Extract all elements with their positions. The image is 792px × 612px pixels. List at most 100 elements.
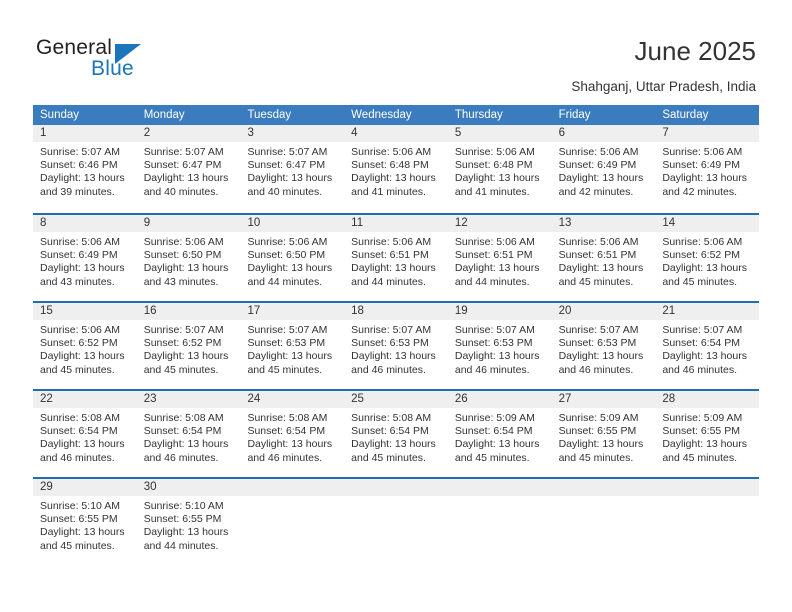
calendar-day-cell[interactable]: 11 Sunrise: 5:06 AM Sunset: 6:51 PM Dayligh… (344, 215, 448, 301)
daylight-text-line1: Daylight: 13 hours (247, 172, 333, 185)
sunrise-text: Sunrise: 5:08 AM (40, 412, 120, 424)
calendar-day-cell[interactable]: 24 Sunrise: 5:08 AM Sunset: 6:54 PM Dayligh… (240, 391, 345, 477)
day-details: Sunrise: 5:06 AM Sunset: 6:51 PM Daylight:… (344, 232, 448, 289)
daylight-text-line2: and 46 minutes. (558, 363, 634, 376)
calendar-day-cell[interactable]: 26 Sunrise: 5:09 AM Sunset: 6:54 PM Dayligh… (447, 391, 552, 477)
daylight-text-line2: and 46 minutes. (454, 363, 530, 376)
daylight-text-line1: Daylight: 13 hours (558, 262, 644, 275)
daylight-text-line1: Daylight: 13 hours (143, 438, 229, 451)
daylight-text-line2: and 46 minutes. (662, 363, 738, 376)
daylight-text-line2: and 45 minutes. (662, 451, 738, 464)
daylight-text-line2: and 44 minutes. (351, 275, 426, 288)
sunrise-text: Sunrise: 5:06 AM (558, 236, 639, 248)
day-number: 14 (655, 215, 760, 232)
day-details: Sunrise: 5:08 AM Sunset: 6:54 PM Daylight:… (33, 408, 137, 465)
daylight-text-line2: and 42 minutes. (662, 185, 738, 198)
weekday-header-monday: Monday (143, 109, 185, 121)
daylight-text-line2: and 45 minutes. (247, 363, 323, 376)
weekday-header-friday: Friday (558, 109, 591, 121)
day-details (655, 496, 759, 500)
page-title: June 2025 (634, 36, 756, 66)
day-number: 22 (33, 391, 137, 408)
day-number: 12 (447, 215, 552, 232)
sunrise-text: Sunrise: 5:10 AM (40, 500, 120, 512)
calendar-day-cell[interactable]: 7 Sunrise: 5:06 AM Sunset: 6:49 PM Daylight… (655, 125, 760, 213)
sunrise-text: Sunrise: 5:06 AM (558, 146, 639, 158)
day-details: Sunrise: 5:06 AM Sunset: 6:52 PM Daylight:… (33, 320, 137, 377)
calendar-day-cell[interactable]: 21 Sunrise: 5:07 AM Sunset: 6:54 PM Dayligh… (655, 303, 760, 389)
day-details: Sunrise: 5:07 AM Sunset: 6:54 PM Daylight:… (655, 320, 759, 377)
daylight-text-line2: and 43 minutes. (40, 275, 115, 288)
sunrise-text: Sunrise: 5:09 AM (454, 412, 535, 424)
sunset-text: Sunset: 6:49 PM (40, 249, 118, 262)
calendar-day-cell[interactable]: 13 Sunrise: 5:06 AM Sunset: 6:51 PM Dayligh… (551, 215, 656, 301)
sunset-text: Sunset: 6:53 PM (247, 337, 326, 350)
day-number: 23 (136, 391, 241, 408)
calendar-day-cell[interactable]: 2 Sunrise: 5:07 AM Sunset: 6:47 PM Daylight… (136, 125, 241, 213)
calendar-day-cell[interactable]: 30 Sunrise: 5:10 AM Sunset: 6:55 PM Dayligh… (136, 479, 241, 565)
calendar-day-cell[interactable]: 10 Sunrise: 5:06 AM Sunset: 6:50 PM Dayligh… (240, 215, 345, 301)
calendar-day-cell[interactable]: 16 Sunrise: 5:07 AM Sunset: 6:52 PM Dayligh… (136, 303, 241, 389)
day-number: 17 (240, 303, 345, 320)
day-details: Sunrise: 5:07 AM Sunset: 6:53 PM Daylight:… (448, 320, 552, 377)
calendar-day-cell[interactable]: 9 Sunrise: 5:06 AM Sunset: 6:50 PM Daylight… (136, 215, 241, 301)
daylight-text-line1: Daylight: 13 hours (662, 438, 747, 451)
day-details: Sunrise: 5:08 AM Sunset: 6:54 PM Daylight:… (344, 408, 448, 465)
calendar-day-cell[interactable]: 15 Sunrise: 5:06 AM Sunset: 6:52 PM Dayligh… (33, 303, 137, 389)
sunrise-text: Sunrise: 5:07 AM (247, 146, 328, 158)
day-details: Sunrise: 5:07 AM Sunset: 6:53 PM Daylight:… (552, 320, 656, 377)
sunset-text: Sunset: 6:47 PM (247, 159, 326, 172)
calendar-day-cell[interactable]: 12 Sunrise: 5:06 AM Sunset: 6:51 PM Dayligh… (447, 215, 552, 301)
day-details: Sunrise: 5:07 AM Sunset: 6:53 PM Daylight:… (344, 320, 448, 377)
sunrise-text: Sunrise: 5:06 AM (351, 146, 432, 158)
sunrise-text: Sunrise: 5:07 AM (143, 324, 224, 336)
calendar-day-cell[interactable]: 4 Sunrise: 5:06 AM Sunset: 6:48 PM Daylight… (344, 125, 448, 213)
general-blue-logo: General Blue (36, 36, 156, 82)
calendar-day-cell[interactable]: 20 Sunrise: 5:07 AM Sunset: 6:53 PM Dayligh… (551, 303, 656, 389)
daylight-text-line1: Daylight: 13 hours (40, 172, 125, 185)
calendar-day-cell[interactable]: 29 Sunrise: 5:10 AM Sunset: 6:55 PM Dayligh… (33, 479, 137, 565)
calendar-day-cell[interactable]: 5 Sunrise: 5:06 AM Sunset: 6:48 PM Daylight… (447, 125, 552, 213)
sunrise-text: Sunrise: 5:07 AM (351, 324, 432, 336)
calendar-day-cell[interactable]: 27 Sunrise: 5:09 AM Sunset: 6:55 PM Dayligh… (551, 391, 656, 477)
calendar-day-cell[interactable]: 14 Sunrise: 5:06 AM Sunset: 6:52 PM Dayligh… (655, 215, 760, 301)
calendar-day-cell[interactable]: 19 Sunrise: 5:07 AM Sunset: 6:53 PM Dayligh… (447, 303, 552, 389)
weekday-header-wednesday: Wednesday (351, 109, 412, 121)
daylight-text-line2: and 39 minutes. (40, 185, 115, 198)
calendar-day-cell[interactable]: 22 Sunrise: 5:08 AM Sunset: 6:54 PM Dayligh… (33, 391, 137, 477)
day-number: 19 (447, 303, 552, 320)
daylight-text-line1: Daylight: 13 hours (40, 526, 125, 539)
day-details (552, 496, 656, 500)
calendar-day-cell[interactable]: 25 Sunrise: 5:08 AM Sunset: 6:54 PM Dayligh… (344, 391, 448, 477)
daylight-text-line1: Daylight: 13 hours (351, 350, 436, 363)
calendar-week-row: 29 Sunrise: 5:10 AM Sunset: 6:55 PM Dayligh… (33, 477, 760, 565)
daylight-text-line2: and 46 minutes. (40, 451, 115, 464)
calendar-day-cell[interactable]: 6 Sunrise: 5:06 AM Sunset: 6:49 PM Daylight… (551, 125, 656, 213)
day-details (448, 496, 552, 500)
calendar-day-cell[interactable]: 1 Sunrise: 5:07 AM Sunset: 6:46 PM Daylight… (33, 125, 137, 213)
calendar-day-cell[interactable]: 3 Sunrise: 5:07 AM Sunset: 6:47 PM Daylight… (240, 125, 345, 213)
day-details: Sunrise: 5:06 AM Sunset: 6:49 PM Daylight:… (655, 142, 759, 199)
calendar-table: Sunday Monday Tuesday Wednesday Thursday Frid… (33, 105, 760, 565)
day-details: Sunrise: 5:07 AM Sunset: 6:52 PM Daylight:… (137, 320, 241, 377)
sunset-text: Sunset: 6:54 PM (454, 425, 533, 438)
sunrise-text: Sunrise: 5:09 AM (662, 412, 743, 424)
day-details: Sunrise: 5:06 AM Sunset: 6:48 PM Daylight:… (344, 142, 448, 199)
daylight-text-line2: and 44 minutes. (454, 275, 530, 288)
daylight-text-line1: Daylight: 13 hours (558, 172, 644, 185)
calendar-page: General Blue June 2025 Shahganj, Uttar P… (0, 0, 792, 612)
day-details: Sunrise: 5:06 AM Sunset: 6:52 PM Daylight:… (655, 232, 759, 289)
daylight-text-line1: Daylight: 13 hours (40, 262, 125, 275)
calendar-day-cell[interactable]: 18 Sunrise: 5:07 AM Sunset: 6:53 PM Dayligh… (344, 303, 448, 389)
day-details: Sunrise: 5:07 AM Sunset: 6:47 PM Daylight:… (137, 142, 241, 199)
calendar-day-cell[interactable]: 28 Sunrise: 5:09 AM Sunset: 6:55 PM Dayligh… (655, 391, 760, 477)
calendar-day-cell[interactable]: 17 Sunrise: 5:07 AM Sunset: 6:53 PM Dayligh… (240, 303, 345, 389)
day-number: 29 (33, 479, 137, 496)
sunset-text: Sunset: 6:48 PM (351, 159, 429, 172)
calendar-day-cell[interactable]: 8 Sunrise: 5:06 AM Sunset: 6:49 PM Daylight… (33, 215, 137, 301)
calendar-day-cell[interactable]: 23 Sunrise: 5:08 AM Sunset: 6:54 PM Dayligh… (136, 391, 241, 477)
sunrise-text: Sunrise: 5:10 AM (143, 500, 224, 512)
day-details: Sunrise: 5:06 AM Sunset: 6:50 PM Daylight:… (137, 232, 241, 289)
daylight-text-line2: and 45 minutes. (40, 363, 115, 376)
day-details: Sunrise: 5:10 AM Sunset: 6:55 PM Daylight:… (137, 496, 241, 553)
